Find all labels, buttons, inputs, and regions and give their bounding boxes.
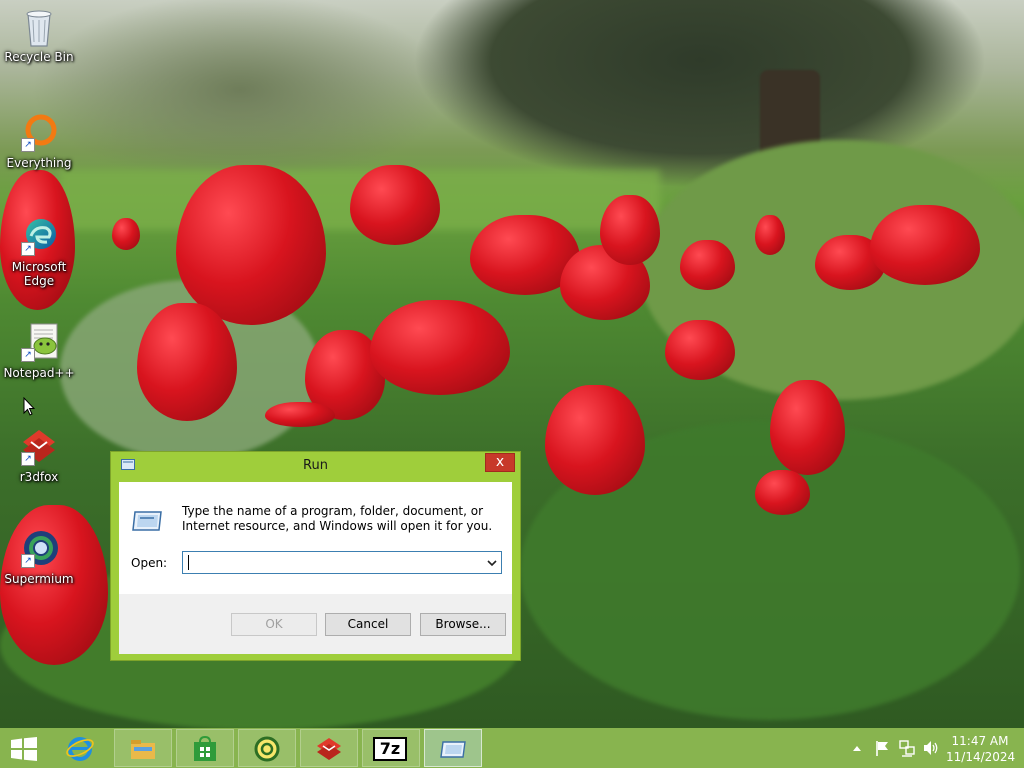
volume-icon[interactable] xyxy=(922,736,940,760)
taskbar-file-explorer[interactable] xyxy=(114,729,172,767)
tulip xyxy=(176,165,326,325)
taskbar-clock[interactable]: 11:47 AM 11/14/2024 xyxy=(946,733,1016,765)
everything-search-icon: ↗ xyxy=(19,112,59,152)
desktop-icon-label: Everything xyxy=(6,156,72,170)
browse-button-label: Browse... xyxy=(435,617,491,631)
desktop-icon-label: Microsoft Edge xyxy=(11,260,67,288)
taskbar-r3dfox[interactable] xyxy=(300,729,358,767)
supermium-icon: ↗ xyxy=(19,528,59,568)
shortcut-arrow-icon: ↗ xyxy=(21,348,35,362)
r3dfox-icon: ↗ xyxy=(19,426,59,466)
tulip xyxy=(665,320,735,380)
tulip xyxy=(545,385,645,495)
tulip xyxy=(680,240,735,290)
desktop-icon-label: Supermium xyxy=(4,572,74,586)
desktop-icon-everything[interactable]: ↗ Everything xyxy=(1,112,77,170)
desktop-icon-label: Notepad++ xyxy=(3,366,75,380)
action-center-flag-icon[interactable] xyxy=(874,736,890,760)
shortcut-arrow-icon: ↗ xyxy=(21,554,35,568)
start-button[interactable] xyxy=(10,737,38,761)
taskbar-store[interactable] xyxy=(176,729,234,767)
desktop-icon-label: Recycle Bin xyxy=(4,50,74,64)
recycle-bin-icon xyxy=(19,6,59,47)
clock-time: 11:47 AM xyxy=(951,734,1009,748)
ok-button[interactable]: OK xyxy=(231,613,317,636)
browse-button[interactable]: Browse... xyxy=(420,613,506,636)
open-input[interactable] xyxy=(187,553,479,573)
clock-date: 11/14/2024 xyxy=(946,750,1016,764)
run-titlebar[interactable]: Run x xyxy=(111,452,520,480)
mouse-pointer-icon xyxy=(23,397,35,416)
run-icon xyxy=(440,741,466,758)
tulip xyxy=(870,205,980,285)
run-dialog-body: Type the name of a program, folder, docu… xyxy=(119,482,512,654)
desktop-icon-r3dfox[interactable]: ↗ r3dfox xyxy=(1,426,77,484)
taskbar-7zip[interactable]: 7z xyxy=(362,729,420,767)
tulip xyxy=(755,215,785,255)
edge-icon: ↗ xyxy=(19,216,59,256)
desktop-icon-microsoft-edge[interactable]: ↗ Microsoft Edge xyxy=(1,216,77,288)
taskbar-everything[interactable] xyxy=(238,729,296,767)
7zip-icon: 7z xyxy=(373,737,407,761)
open-label: Open: xyxy=(131,556,167,570)
shortcut-arrow-icon: ↗ xyxy=(21,452,35,466)
text-caret xyxy=(188,555,189,570)
cancel-button-label: Cancel xyxy=(347,617,389,631)
desktop-icon-recycle-bin[interactable]: Recycle Bin xyxy=(1,6,77,64)
tulip xyxy=(265,402,335,427)
network-icon[interactable] xyxy=(898,736,916,760)
desktop-icon-label: r3dfox xyxy=(19,470,59,484)
chevron-down-icon[interactable] xyxy=(486,556,498,570)
tulip xyxy=(770,380,845,475)
tulip xyxy=(600,195,660,265)
windows-logo-icon xyxy=(11,737,37,761)
close-button[interactable]: x xyxy=(485,453,515,472)
taskbar-run[interactable] xyxy=(424,729,482,767)
close-icon: x xyxy=(495,454,505,470)
open-combobox[interactable] xyxy=(182,551,502,574)
tulip xyxy=(350,165,440,245)
run-description: Type the name of a program, folder, docu… xyxy=(182,504,493,533)
internet-explorer-icon xyxy=(66,737,94,761)
notepad-plus-plus-icon: ↗ xyxy=(19,322,59,362)
desktop-icon-notepad-plus-plus[interactable]: ↗ Notepad++ xyxy=(1,322,77,380)
shortcut-arrow-icon: ↗ xyxy=(21,242,35,256)
tulip xyxy=(755,470,810,515)
everything-icon xyxy=(254,736,280,762)
run-dialog: Run x Type the name of a program, folder… xyxy=(110,451,521,661)
ok-button-label: OK xyxy=(265,617,283,631)
shortcut-arrow-icon: ↗ xyxy=(21,138,35,152)
taskbar-internet-explorer[interactable] xyxy=(52,729,110,767)
run-dialog-title: Run xyxy=(303,458,328,473)
r3dfox-icon xyxy=(317,738,341,760)
store-icon xyxy=(194,735,216,761)
tulip xyxy=(112,218,140,250)
file-explorer-icon xyxy=(131,740,155,759)
show-hidden-icons-icon[interactable] xyxy=(851,736,863,760)
7zip-label: 7z xyxy=(379,739,401,758)
tulip xyxy=(370,300,510,395)
open-label-text: Open: xyxy=(131,556,168,570)
cancel-button[interactable]: Cancel xyxy=(325,613,411,636)
desktop-icon-supermium[interactable]: ↗ Supermium xyxy=(1,528,77,586)
run-app-icon xyxy=(132,511,162,531)
tulip xyxy=(137,303,237,421)
